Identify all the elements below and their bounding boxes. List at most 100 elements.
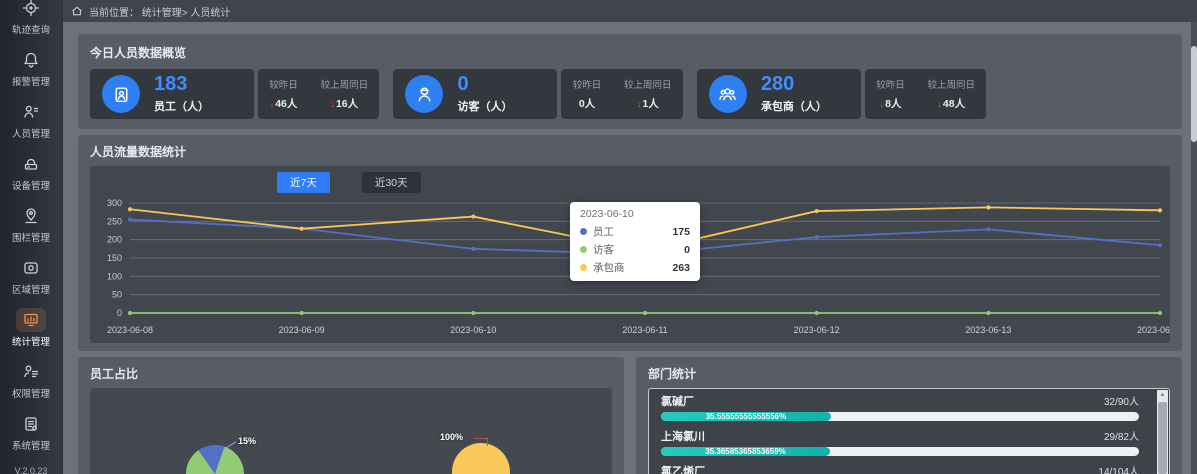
breadcrumb-path: 统计管理> 人员统计 — [142, 8, 231, 19]
sidebar: 轨迹查询报警管理人员管理设备管理围栏管理区域管理统计管理权限管理系统管理 V.2… — [0, 0, 63, 474]
dept-progress-track: 35.36585365853659% — [661, 447, 1139, 456]
sidebar-item-label: 人员管理 — [12, 126, 50, 140]
stat-card: 183员工（人） 较昨日 ↓46人 较上周同日 ↓16人 — [90, 69, 379, 119]
breadcrumb: 当前位置： 统计管理> 人员统计 — [89, 4, 230, 19]
sidebar-item-area-management[interactable]: 区域管理 — [0, 248, 62, 300]
dept-count: 32/90人 — [1104, 393, 1139, 408]
dept-percent-label: 35.36585365853659% — [705, 447, 786, 456]
tab-last-7-days[interactable]: 近7天 — [277, 172, 330, 193]
area-icon — [16, 256, 46, 280]
sidebar-item-system-management[interactable]: 系统管理 — [0, 404, 62, 456]
dept-row: 氯乙烯厂14/104人13.461538461538462% — [661, 463, 1139, 474]
svg-text:150: 150 — [107, 253, 122, 263]
svg-text:200: 200 — [107, 235, 122, 245]
sidebar-item-permission-management[interactable]: 权限管理 — [0, 352, 62, 404]
dept-count: 29/82人 — [1104, 428, 1139, 443]
sidebar-item-device-management[interactable]: 设备管理 — [0, 144, 62, 196]
series-dot-icon — [580, 228, 587, 235]
arrow-down-icon: ↓ — [270, 99, 275, 109]
sidebar-item-alarm-management[interactable]: 报警管理 — [0, 40, 62, 92]
app-version: V.2.0.23 — [0, 466, 62, 474]
arrow-down-icon: ↓ — [330, 99, 335, 109]
tooltip-series-value: 175 — [672, 226, 690, 238]
permission-icon — [16, 360, 46, 384]
sidebar-item-trajectory-query[interactable]: 轨迹查询 — [0, 0, 62, 40]
stat-value: 280 — [761, 74, 827, 94]
sidebar-item-label: 围栏管理 — [12, 230, 50, 244]
employee-status-pie[interactable] — [186, 445, 244, 474]
page-scrollbar-thumb[interactable] — [1191, 46, 1197, 142]
delta-column: 较昨日0人 — [573, 77, 602, 111]
svg-text:2023-06-10: 2023-06-10 — [450, 325, 496, 335]
delta-column: 较上周同日 ↓48人 — [928, 77, 976, 111]
dept-progress-bar: 35.36585365853659% — [661, 447, 830, 456]
sidebar-nav: 轨迹查询报警管理人员管理设备管理围栏管理区域管理统计管理权限管理系统管理 — [0, 0, 62, 456]
scroll-up-icon[interactable]: ▲ — [1157, 390, 1168, 401]
dept-name: 氯乙烯厂 — [661, 463, 705, 474]
personnel-icon — [16, 100, 46, 124]
tooltip-series-name: 访客 — [593, 242, 614, 257]
dept-name: 上海氯川 — [661, 428, 705, 444]
breadcrumb-bar: 当前位置： 统计管理> 人员统计 — [63, 0, 1197, 22]
stat-card-text: 280承包商（人） — [761, 74, 827, 114]
stat-card: 0访客（人）较昨日0人较上周同日↓1人 — [393, 69, 682, 119]
personnel-flow-panel: 人员流量数据统计 近7天近30天 0501001502002503002023-… — [78, 135, 1182, 351]
delta-column: 较上周同日 ↓16人 — [321, 77, 369, 111]
dept-progress-track: 35.55555555555556% — [661, 412, 1139, 421]
sidebar-item-statistics-management[interactable]: 统计管理 — [0, 300, 62, 352]
svg-text:2023-06-14: 2023-06-14 — [1137, 325, 1170, 335]
department-rows: 氯碱厂32/90人 35.55555555555556% 上海氯川 29/82人 35.… — [661, 393, 1139, 474]
pie-callout-connector — [474, 438, 487, 439]
delta-value: ↓48人 — [937, 96, 965, 111]
dept-count: 14/104人 — [1098, 463, 1139, 474]
sidebar-item-fence-management[interactable]: 围栏管理 — [0, 196, 62, 248]
stat-card-text: 183员工（人） — [154, 74, 209, 114]
delta-column: 较昨日 ↓46人 — [269, 77, 298, 111]
dept-row-header: 氯乙烯厂 14/104人 — [661, 463, 1139, 474]
main-content: 今日人员数据概览 183员工（人） 较昨日 ↓46人 较上周同日 ↓16人 0访客（人）较… — [63, 22, 1197, 474]
delta-value: ↓46人 — [270, 96, 298, 111]
stat-card-deltas: 较昨日 ↓46人 较上周同日 ↓16人 — [258, 69, 380, 119]
arrow-down-icon: ↓ — [880, 99, 885, 109]
delta-value: ↓1人 — [637, 96, 659, 111]
tab-last-30-days[interactable]: 近30天 — [362, 172, 421, 193]
tooltip-rows: 员工175访客0承包商263 — [580, 224, 690, 275]
department-list-box: 氯碱厂32/90人 35.55555555555556% 上海氯川 29/82人 35.… — [648, 388, 1170, 474]
department-stats-panel: 部门统计 氯碱厂32/90人35.55555555555556%上海氯川29/8… — [636, 357, 1182, 474]
contractor-status-pie[interactable] — [452, 443, 510, 474]
tooltip-row: 员工 175 — [580, 224, 690, 239]
contractor-group-icon — [709, 75, 747, 113]
svg-text:2023-06-12: 2023-06-12 — [794, 325, 840, 335]
svg-text:2023-06-13: 2023-06-13 — [965, 325, 1011, 335]
trajectory-icon — [16, 0, 46, 20]
tooltip-series-name: 员工 — [593, 224, 614, 239]
stat-value: 0 — [457, 74, 512, 94]
chart-tooltip: 2023-06-10 员工175访客0承包商263 — [570, 202, 700, 281]
pie-callout-right: 100% — [440, 432, 463, 442]
department-scrollbar[interactable]: ▲ — [1157, 390, 1168, 474]
dept-row-header: 氯碱厂32/90人 — [661, 393, 1139, 409]
tooltip-series-value: 263 — [672, 262, 690, 274]
pie-callout-left: 15% — [238, 436, 256, 446]
stat-label: 员工（人） — [154, 98, 209, 114]
range-tabs: 近7天 近30天 — [277, 170, 1170, 195]
overview-title: 今日人员数据概览 — [90, 44, 1170, 61]
statistics-icon — [16, 308, 46, 332]
svg-text:100: 100 — [107, 271, 122, 281]
arrow-down-icon: ↓ — [637, 99, 642, 109]
delta-value: 0人 — [579, 96, 595, 111]
stat-card-deltas: 较昨日↓8人较上周同日↓48人 — [865, 69, 987, 119]
stat-cards: 183员工（人） 较昨日 ↓46人 较上周同日 ↓16人 0访客（人）较昨日0人较上周同日… — [90, 69, 986, 119]
scrollbar-thumb[interactable] — [1158, 402, 1167, 474]
delta-label: 较昨日 — [269, 77, 298, 91]
home-icon[interactable] — [71, 5, 83, 17]
page-scrollbar[interactable] — [1191, 22, 1197, 474]
system-icon — [16, 412, 46, 436]
svg-text:300: 300 — [107, 198, 122, 208]
sidebar-item-label: 区域管理 — [12, 282, 50, 296]
bottom-row: 员工占比 15% 100% 部门统计 — [78, 357, 1182, 474]
delta-value: ↓16人 — [330, 96, 358, 111]
sidebar-item-personnel-management[interactable]: 人员管理 — [0, 92, 62, 144]
delta-label: 较上周同日 — [321, 77, 369, 91]
delta-label: 较上周同日 — [928, 77, 976, 91]
